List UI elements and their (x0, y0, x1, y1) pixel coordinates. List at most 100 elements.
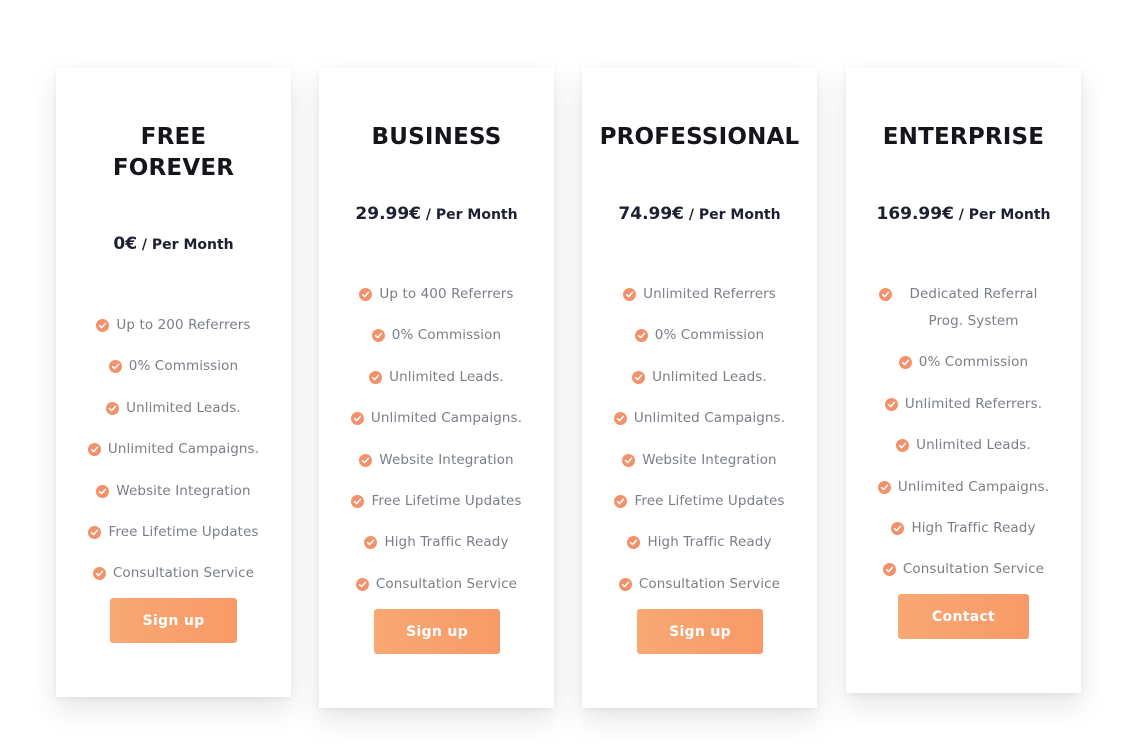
feature-list: Up to 200 Referrers 0% Commission Unlimite… (56, 312, 291, 602)
sign-up-button[interactable]: Sign up (374, 609, 500, 654)
check-circle-icon (614, 494, 628, 508)
feature-label: Free Lifetime Updates (108, 523, 259, 540)
feature-item: Unlimited Campaigns. (74, 436, 273, 463)
feature-label: 0% Commission (391, 327, 502, 344)
check-circle-icon (891, 521, 905, 535)
pricing-card-free-forever: FREE FOREVER 0€ / Per Month Up to 200 Re… (56, 68, 291, 697)
feature-item: Unlimited Campaigns. (864, 474, 1063, 501)
check-circle-icon (108, 360, 122, 374)
feature-item: Website Integration (74, 478, 273, 505)
check-circle-icon (96, 484, 110, 498)
feature-item: Free Lifetime Updates (74, 519, 273, 546)
feature-label: High Traffic Ready (911, 519, 1036, 536)
feature-item: Consultation Service (74, 560, 273, 587)
feature-label: 0% Commission (654, 327, 765, 344)
feature-item: Consultation Service (864, 556, 1063, 583)
feature-label: Unlimited Leads. (916, 437, 1031, 454)
feature-item: High Traffic Ready (337, 529, 536, 556)
check-circle-icon (96, 319, 110, 332)
feature-label: Consultation Service (375, 575, 518, 592)
price-amount: 29.99€ (355, 204, 422, 224)
feature-label: Unlimited Referrers (643, 286, 776, 302)
feature-label: Unlimited Referrers. (904, 395, 1043, 412)
feature-label: Consultation Service (638, 575, 781, 592)
feature-list: Up to 400 Referrers 0% Commission Unlimite… (319, 281, 554, 612)
check-circle-icon (351, 494, 365, 508)
feature-item: Free Lifetime Updates (600, 488, 799, 515)
feature-item: Unlimited Referrers (600, 281, 799, 308)
feature-label: Consultation Service (902, 561, 1045, 578)
plan-price: 169.99€ / Per Month (846, 204, 1081, 224)
feature-item: Unlimited Leads. (74, 395, 273, 422)
check-circle-icon (87, 443, 101, 457)
pricing-card-enterprise: ENTERPRISE 169.99€ / Per Month Dedicated… (846, 68, 1081, 693)
feature-item: Unlimited Leads. (600, 364, 799, 391)
feature-label: Unlimited Campaigns. (107, 441, 260, 458)
feature-label: Free Lifetime Updates (634, 492, 785, 509)
check-circle-icon (88, 525, 102, 539)
feature-label: Unlimited Campaigns. (370, 410, 523, 427)
check-circle-icon (898, 356, 912, 370)
pricing-section: FREE FOREVER 0€ / Per Month Up to 200 Re… (0, 0, 1136, 751)
feature-label: Unlimited Leads. (389, 368, 504, 385)
feature-label: 0% Commission (918, 354, 1029, 371)
sign-up-button[interactable]: Sign up (637, 609, 763, 654)
feature-item: Unlimited Campaigns. (337, 405, 536, 432)
plan-title: PROFESSIONAL (599, 124, 800, 150)
feature-label: High Traffic Ready (384, 534, 509, 551)
feature-item: 0% Commission (337, 322, 536, 349)
pricing-card-business: BUSINESS 29.99€ / Per Month Up to 400 Re… (319, 68, 554, 708)
check-circle-icon (627, 536, 641, 550)
feature-label: Website Integration (116, 482, 251, 499)
check-circle-icon (632, 370, 646, 384)
check-circle-icon (350, 412, 364, 426)
feature-label: Website Integration (379, 451, 514, 468)
check-circle-icon (882, 563, 896, 577)
price-amount: 0€ (113, 234, 138, 254)
feature-label: Unlimited Campaigns. (897, 478, 1050, 495)
check-circle-icon (364, 536, 378, 550)
feature-item: Up to 200 Referrers (74, 312, 273, 339)
feature-item: Up to 400 Referrers (337, 281, 536, 308)
feature-label: Free Lifetime Updates (371, 492, 522, 509)
price-period: / Per Month (953, 207, 1051, 223)
feature-label: Unlimited Leads. (126, 399, 241, 416)
check-circle-icon (877, 480, 891, 494)
feature-item: 0% Commission (864, 349, 1063, 376)
contact-button[interactable]: Contact (898, 594, 1029, 639)
feature-item: Unlimited Referrers. (864, 391, 1063, 418)
plan-title: FREE FOREVER (112, 124, 235, 181)
check-circle-icon (355, 577, 369, 591)
sign-up-button[interactable]: Sign up (110, 598, 237, 643)
feature-item: Free Lifetime Updates (337, 488, 536, 515)
feature-label: Consultation Service (112, 565, 255, 582)
check-circle-icon (884, 397, 898, 411)
feature-item: Consultation Service (337, 571, 536, 598)
feature-label: Up to 200 Referrers (116, 317, 251, 333)
feature-item: 0% Commission (600, 322, 799, 349)
feature-item: High Traffic Ready (600, 529, 799, 556)
check-circle-icon (896, 439, 910, 453)
feature-label: Website Integration (642, 451, 777, 468)
price-amount: 169.99€ (876, 204, 954, 224)
check-circle-icon (371, 329, 385, 343)
plan-price: 74.99€ / Per Month (582, 204, 817, 224)
feature-item: Consultation Service (600, 571, 799, 598)
price-period: / Per Month (421, 207, 518, 223)
check-circle-icon (359, 288, 373, 301)
check-circle-icon (369, 370, 383, 384)
feature-item: 0% Commission (74, 353, 273, 380)
feature-item: Unlimited Leads. (337, 364, 536, 391)
plan-title: ENTERPRISE (882, 124, 1045, 150)
feature-item: Unlimited Leads. (864, 432, 1063, 459)
feature-list: Unlimited Referrers 0% Commission Unlimite… (582, 281, 817, 612)
feature-label: Unlimited Leads. (652, 368, 767, 385)
check-circle-icon (613, 412, 627, 426)
check-circle-icon (878, 288, 892, 301)
check-circle-icon (106, 401, 120, 415)
feature-label: 0% Commission (128, 358, 239, 375)
feature-item: Dedicated Referral Prog. System (864, 281, 1063, 335)
feature-item: Unlimited Campaigns. (600, 405, 799, 432)
feature-list: Dedicated Referral Prog. System 0% Commis… (846, 281, 1081, 598)
feature-item: Website Integration (337, 447, 536, 474)
